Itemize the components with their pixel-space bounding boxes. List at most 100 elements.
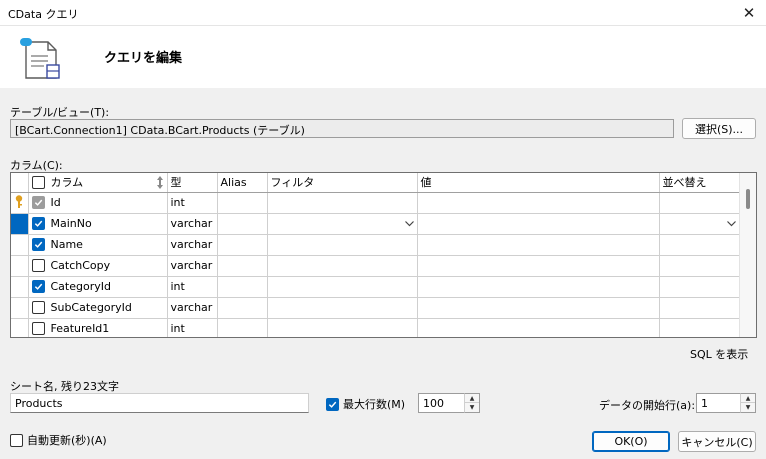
row-indicator[interactable]: [11, 213, 29, 235]
grid-header-row: カラム 型 Alias フィルタ 値 並べ替え: [11, 173, 740, 193]
auto-refresh-option[interactable]: 自動更新(秒)(A): [10, 432, 107, 448]
alias-cell[interactable]: [217, 318, 268, 337]
column-checkbox[interactable]: [31, 301, 45, 314]
row-indicator[interactable]: [11, 318, 29, 337]
alias-cell[interactable]: [217, 234, 268, 256]
filter-cell[interactable]: [267, 297, 418, 319]
filter-cell[interactable]: [267, 213, 418, 235]
column-type-cell: varchar: [167, 213, 218, 235]
max-rows-spinner[interactable]: ▲ ▼: [464, 393, 480, 413]
table-row[interactable]: FeatureId1 int: [11, 318, 740, 337]
column-name-cell[interactable]: Id: [28, 192, 168, 214]
filter-cell[interactable]: [267, 318, 418, 337]
spin-up-icon[interactable]: ▲: [741, 394, 755, 403]
header-alias[interactable]: Alias: [217, 173, 268, 193]
header-value[interactable]: 値: [417, 173, 660, 193]
column-name: MainNo: [50, 217, 92, 230]
sort-cell[interactable]: [659, 255, 740, 277]
column-checkbox: [31, 196, 45, 209]
row-indicator[interactable]: [11, 255, 29, 277]
start-row-input[interactable]: [696, 393, 741, 413]
alias-cell[interactable]: [217, 276, 268, 298]
value-cell[interactable]: [417, 318, 660, 337]
header-column[interactable]: カラム: [28, 173, 168, 193]
primary-key-icon: [15, 194, 23, 208]
column-name: Id: [50, 196, 61, 209]
columns-label: カラム(C):: [10, 159, 63, 172]
close-icon[interactable]: ✕: [732, 0, 766, 26]
sort-cell[interactable]: [659, 318, 740, 337]
column-type-cell: varchar: [167, 297, 218, 319]
alias-cell[interactable]: [217, 297, 268, 319]
table-row[interactable]: Name varchar: [11, 234, 740, 256]
header-sort[interactable]: 並べ替え: [659, 173, 740, 193]
grid-scrollbar[interactable]: [739, 173, 756, 337]
title-bar: CData クエリ ✕: [0, 0, 766, 26]
column-name-cell[interactable]: CategoryId: [28, 276, 168, 298]
alias-cell[interactable]: [217, 192, 268, 214]
column-checkbox[interactable]: [31, 280, 45, 293]
column-name-cell[interactable]: MainNo: [28, 213, 168, 235]
alias-cell[interactable]: [217, 213, 268, 235]
table-row[interactable]: SubCategoryId varchar: [11, 297, 740, 319]
value-cell[interactable]: [417, 276, 660, 298]
scrollbar-thumb[interactable]: [746, 189, 750, 209]
column-name: CategoryId: [50, 280, 111, 293]
table-row[interactable]: CatchCopy varchar: [11, 255, 740, 277]
column-name-cell[interactable]: SubCategoryId: [28, 297, 168, 319]
filter-cell[interactable]: [267, 192, 418, 214]
cancel-button[interactable]: キャンセル(C): [678, 431, 756, 452]
column-checkbox[interactable]: [31, 217, 45, 230]
row-indicator[interactable]: [11, 297, 29, 319]
column-name-cell[interactable]: FeatureId1: [28, 318, 168, 337]
start-row-spinner[interactable]: ▲ ▼: [740, 393, 756, 413]
column-checkbox[interactable]: [31, 238, 45, 251]
spin-up-icon[interactable]: ▲: [465, 394, 479, 403]
check-icon: [328, 401, 337, 408]
ok-button[interactable]: OK(O): [592, 431, 670, 452]
header-filter[interactable]: フィルタ: [267, 173, 418, 193]
row-indicator[interactable]: [11, 234, 29, 256]
filter-cell[interactable]: [267, 276, 418, 298]
max-rows-input[interactable]: [418, 393, 465, 413]
column-type-cell: int: [167, 192, 218, 214]
show-sql-link[interactable]: SQL を表示: [690, 346, 748, 362]
header-type[interactable]: 型: [167, 173, 218, 193]
max-rows-option[interactable]: 最大行数(M): [326, 396, 405, 412]
table-row[interactable]: CategoryId int: [11, 276, 740, 298]
row-indicator[interactable]: [11, 192, 29, 214]
auto-refresh-checkbox[interactable]: [10, 433, 23, 447]
value-cell[interactable]: [417, 192, 660, 214]
row-indicator[interactable]: [11, 276, 29, 298]
sort-cell[interactable]: [659, 213, 740, 235]
max-rows-checkbox[interactable]: [326, 397, 339, 411]
table-row[interactable]: MainNo varchar: [11, 213, 740, 235]
spin-down-icon[interactable]: ▼: [465, 403, 479, 412]
chevron-down-icon[interactable]: [404, 220, 414, 227]
sort-cell[interactable]: [659, 297, 740, 319]
select-table-button[interactable]: 選択(S)...: [682, 118, 756, 139]
sort-cell[interactable]: [659, 234, 740, 256]
value-cell[interactable]: [417, 297, 660, 319]
sort-cell[interactable]: [659, 276, 740, 298]
value-cell[interactable]: [417, 213, 660, 235]
chevron-down-icon[interactable]: [726, 220, 736, 227]
column-name-cell[interactable]: Name: [28, 234, 168, 256]
column-name: CatchCopy: [50, 259, 111, 272]
select-all-checkbox[interactable]: [31, 175, 45, 189]
sort-arrows-icon[interactable]: [156, 175, 164, 189]
filter-cell[interactable]: [267, 234, 418, 256]
column-checkbox[interactable]: [31, 259, 45, 272]
column-name-cell[interactable]: CatchCopy: [28, 255, 168, 277]
sheet-name-input[interactable]: [10, 393, 309, 413]
value-cell[interactable]: [417, 234, 660, 256]
spin-down-icon[interactable]: ▼: [741, 403, 755, 412]
column-checkbox[interactable]: [31, 322, 45, 335]
table-view-label: テーブル/ビュー(T):: [10, 106, 110, 119]
table-row[interactable]: Id int: [11, 192, 740, 214]
alias-cell[interactable]: [217, 255, 268, 277]
window-title: CData クエリ: [8, 8, 79, 21]
sort-cell[interactable]: [659, 192, 740, 214]
value-cell[interactable]: [417, 255, 660, 277]
filter-cell[interactable]: [267, 255, 418, 277]
